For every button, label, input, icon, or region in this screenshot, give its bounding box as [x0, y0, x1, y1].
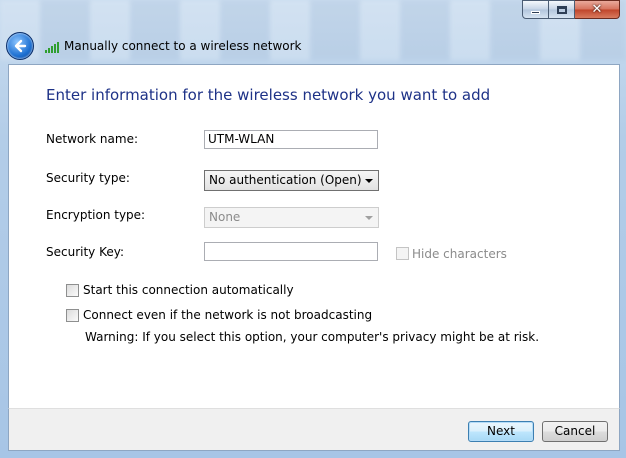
privacy-warning: Warning: If you select this option, your… [85, 330, 540, 344]
caption-buttons: ✕ [522, 0, 620, 19]
connect-not-broadcasting-checkbox[interactable] [66, 309, 79, 322]
security-type-value: No authentication (Open) [209, 173, 362, 187]
content-panel: Enter information for the wireless netwo… [8, 64, 620, 409]
button-bar: Next Cancel [8, 408, 620, 451]
security-key-input[interactable] [204, 242, 378, 261]
network-name-label: Network name: [46, 132, 138, 146]
close-button[interactable]: ✕ [575, 0, 620, 19]
back-button[interactable] [6, 32, 34, 60]
security-type-label: Security type: [46, 171, 130, 185]
start-automatically-checkbox[interactable] [66, 284, 79, 297]
close-icon: ✕ [591, 2, 603, 17]
encryption-type-value: None [209, 210, 241, 224]
chevron-down-icon [365, 216, 373, 220]
network-name-input[interactable]: UTM-WLAN [204, 130, 378, 149]
start-automatically-label[interactable]: Start this connection automatically [83, 283, 294, 297]
security-type-select[interactable]: No authentication (Open) [204, 170, 379, 191]
window-title: Manually connect to a wireless network [64, 39, 302, 53]
wizard-header: Manually connect to a wireless network [6, 28, 302, 64]
maximize-icon [556, 5, 567, 14]
encryption-type-label: Encryption type: [46, 208, 146, 222]
chevron-down-icon [365, 179, 373, 183]
security-key-label: Security Key: [46, 245, 125, 259]
next-button[interactable]: Next [468, 421, 534, 442]
wireless-signal-icon [45, 39, 61, 53]
minimize-icon [531, 11, 540, 14]
back-arrow-icon [14, 39, 27, 53]
maximize-button[interactable] [549, 0, 575, 19]
hide-characters-checkbox[interactable] [396, 247, 409, 260]
minimize-button[interactable] [522, 0, 549, 19]
page-heading: Enter information for the wireless netwo… [46, 86, 491, 104]
hide-characters-label: Hide characters [412, 247, 507, 261]
wizard-window: ✕ Manually connect to a wireless network… [0, 0, 626, 458]
encryption-type-select[interactable]: None [204, 207, 379, 228]
connect-not-broadcasting-label[interactable]: Connect even if the network is not broad… [83, 308, 372, 322]
cancel-button[interactable]: Cancel [542, 421, 608, 442]
